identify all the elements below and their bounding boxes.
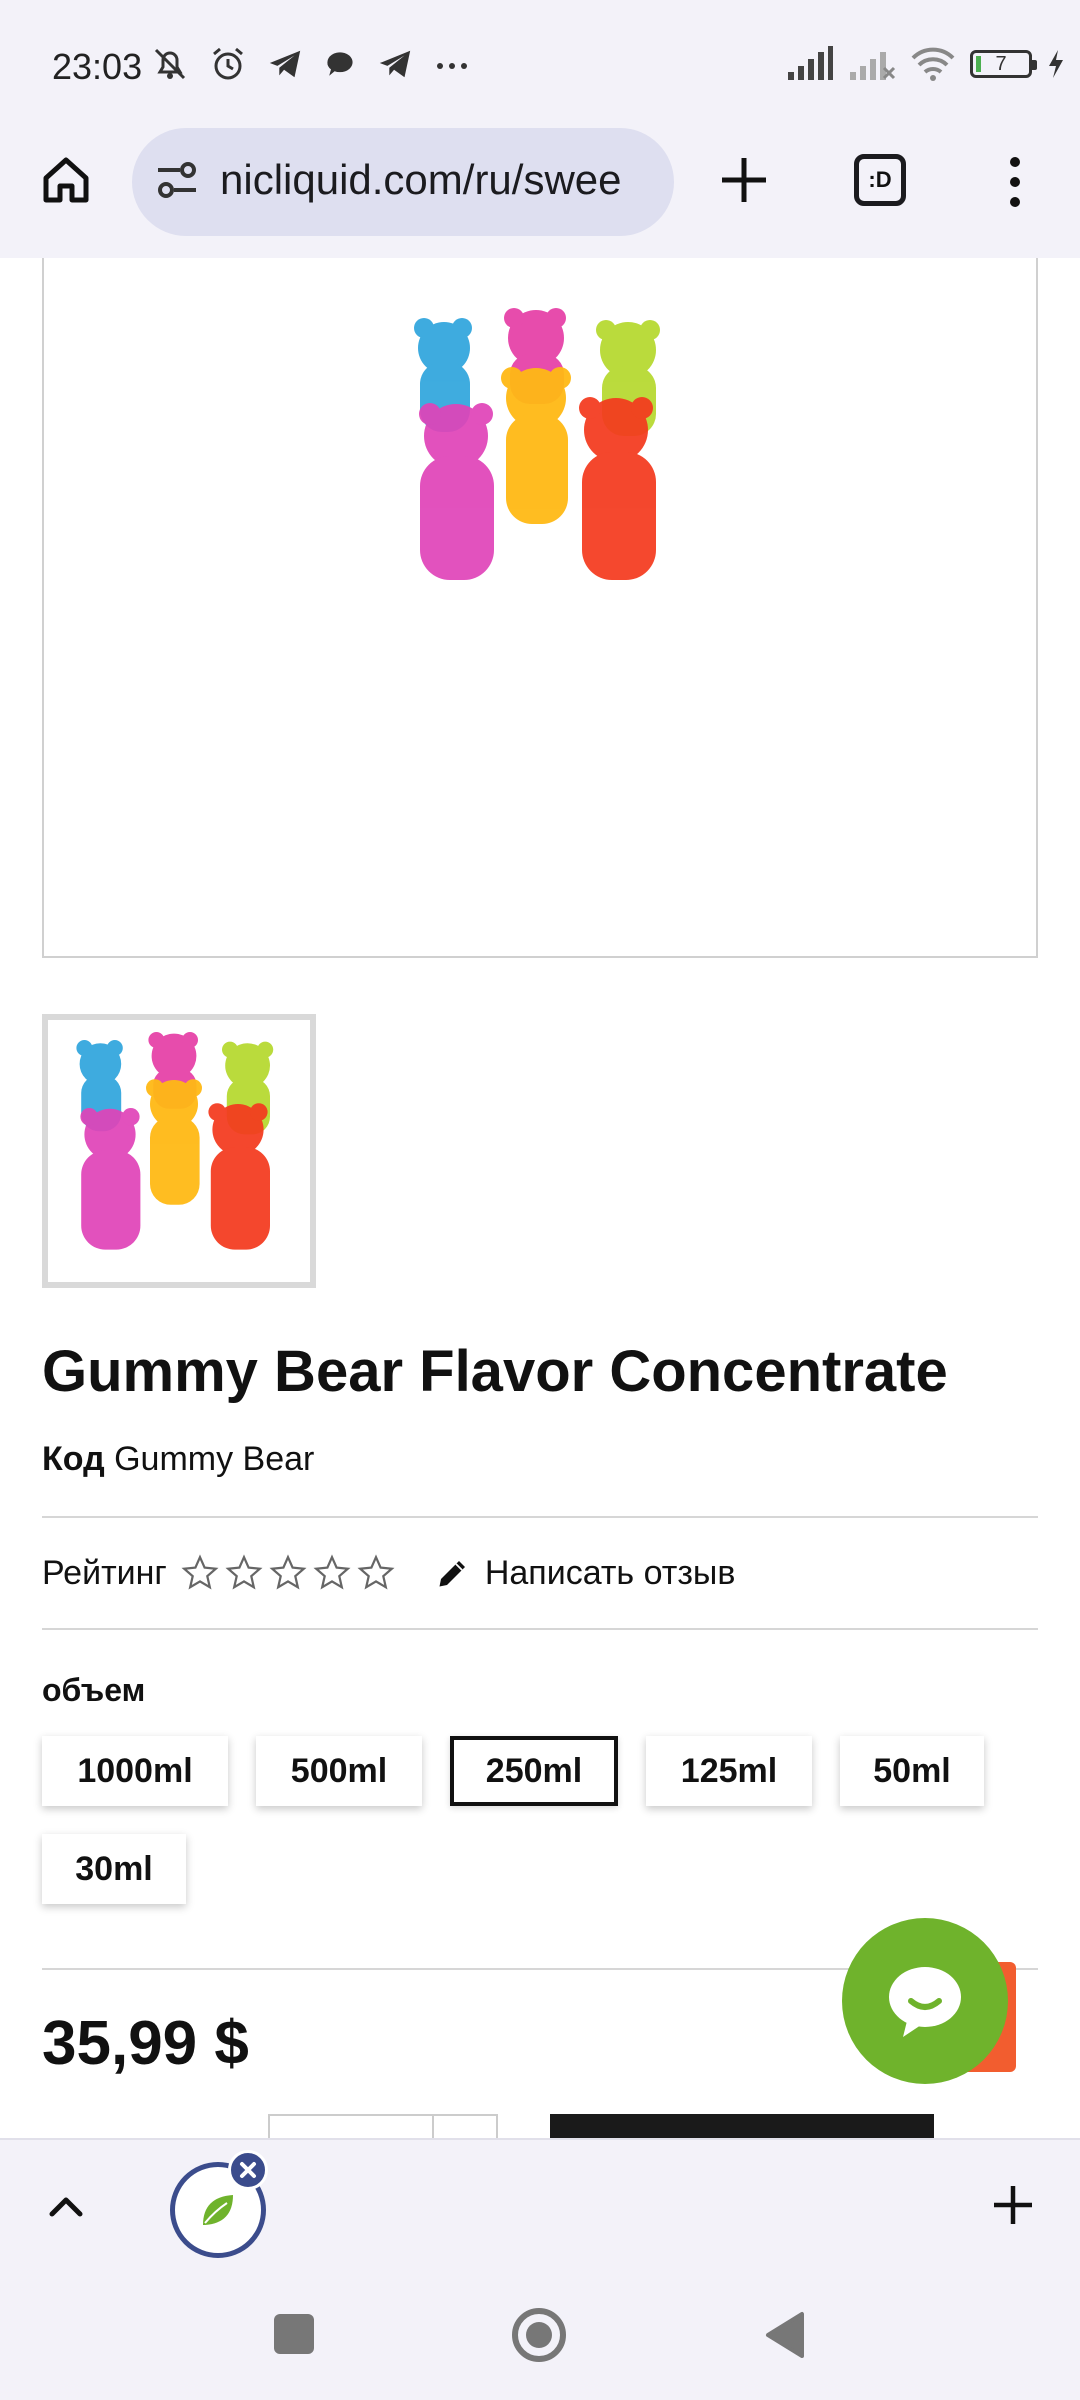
star-empty-icon (181, 1554, 219, 1590)
divider (42, 1628, 1038, 1630)
chat-widget-button[interactable] (842, 1918, 1008, 2084)
site-settings-icon[interactable] (154, 158, 200, 204)
rating-stars (181, 1554, 395, 1592)
volume-option-125ml[interactable]: 125ml (646, 1736, 812, 1806)
gummy-bears-thumbnail-image (76, 1032, 274, 1250)
tab-switcher-label: :D (868, 167, 892, 192)
star-empty-icon (225, 1554, 263, 1590)
address-bar[interactable]: nicliquid.com/ru/swee (132, 128, 674, 236)
product-code: Код Gummy Bear (42, 1440, 314, 1479)
write-review-label: Написать отзыв (484, 1553, 736, 1592)
rating-row: Рейтинг Написать отзыв (42, 1548, 735, 1598)
volume-option-500ml[interactable]: 500ml (256, 1736, 422, 1806)
quantity-input[interactable] (268, 2114, 498, 2138)
home-button[interactable] (36, 150, 96, 210)
back-triangle-icon[interactable] (762, 2310, 808, 2360)
product-price: 35,99 $ (42, 2009, 249, 2078)
home-icon (43, 157, 89, 203)
volume-option-label: объем (42, 1672, 146, 1708)
telegram-icon (379, 50, 411, 78)
signal-icon (788, 46, 833, 80)
volume-option-30ml[interactable]: 30ml (42, 1834, 186, 1904)
volume-option-250ml[interactable]: 250ml (450, 1736, 618, 1806)
home-nav-button[interactable] (512, 2308, 566, 2362)
chat-bubble-icon (889, 1967, 961, 2037)
wifi-icon (911, 47, 955, 81)
product-title: Gummy Bear Flavor Concentrate (42, 1339, 948, 1404)
tab-switcher-button[interactable]: :D (854, 154, 906, 206)
product-code-label: Код (42, 1440, 105, 1478)
gummy-bears-image (414, 308, 660, 580)
volume-option-label: 1000ml (77, 1751, 193, 1790)
alarm-icon (213, 47, 243, 80)
battery-level: 7 (995, 52, 1007, 75)
bell-off-icon (154, 48, 186, 80)
rating-label: Рейтинг (42, 1553, 167, 1592)
product-thumbnail[interactable] (42, 1014, 316, 1288)
volume-option-label: 250ml (485, 1751, 583, 1790)
divider (42, 1516, 1038, 1518)
product-code-value: Gummy Bear (114, 1440, 315, 1478)
volume-option-label: 50ml (873, 1751, 951, 1790)
volume-option-label: 30ml (75, 1849, 153, 1888)
pencil-icon (439, 1561, 465, 1587)
new-tab-plus-icon[interactable] (716, 152, 772, 208)
quantity-stepper-divider (432, 2114, 434, 2138)
url-text: nicliquid.com/ru/swee (220, 156, 622, 203)
battery-icon: 7 (970, 50, 1037, 78)
status-time: 23:03 (52, 46, 143, 87)
recent-apps-button[interactable] (274, 2314, 314, 2354)
star-empty-icon (357, 1554, 395, 1590)
star-empty-icon (313, 1554, 351, 1590)
browser-toolbar: nicliquid.com/ru/swee :D (0, 128, 1080, 260)
volume-option-label: 500ml (290, 1751, 388, 1790)
chat-icon (327, 52, 353, 76)
charging-icon (1049, 50, 1063, 78)
more-dots-icon (437, 63, 467, 69)
bottom-tab-bar (0, 2138, 1080, 2272)
volume-option-1000ml[interactable]: 1000ml (42, 1736, 228, 1806)
write-review-link[interactable]: Написать отзыв (435, 1553, 736, 1593)
leaf-favicon-icon (203, 2195, 233, 2225)
page-content: Gummy Bear Flavor Concentrate Код Gummy … (0, 258, 1080, 2138)
signal-off-icon (850, 52, 896, 80)
add-to-cart-button[interactable] (550, 2114, 934, 2138)
star-empty-icon (269, 1554, 307, 1590)
status-bar: 23:03 7 (0, 0, 1080, 128)
chevron-up-icon[interactable] (44, 2184, 88, 2228)
telegram-icon (269, 50, 301, 78)
product-main-image[interactable] (42, 258, 1038, 958)
system-navigation-bar (0, 2270, 1080, 2400)
add-tab-plus-icon[interactable] (990, 2182, 1036, 2228)
close-icon (240, 2162, 256, 2178)
more-menu-icon[interactable] (1000, 154, 1030, 210)
status-icons-right: 7 (786, 44, 1066, 84)
close-tab-button[interactable] (228, 2150, 268, 2190)
status-icons-left (150, 44, 472, 84)
volume-option-50ml[interactable]: 50ml (840, 1736, 984, 1806)
home-nav-dot (526, 2322, 552, 2348)
volume-option-label: 125ml (680, 1751, 778, 1790)
